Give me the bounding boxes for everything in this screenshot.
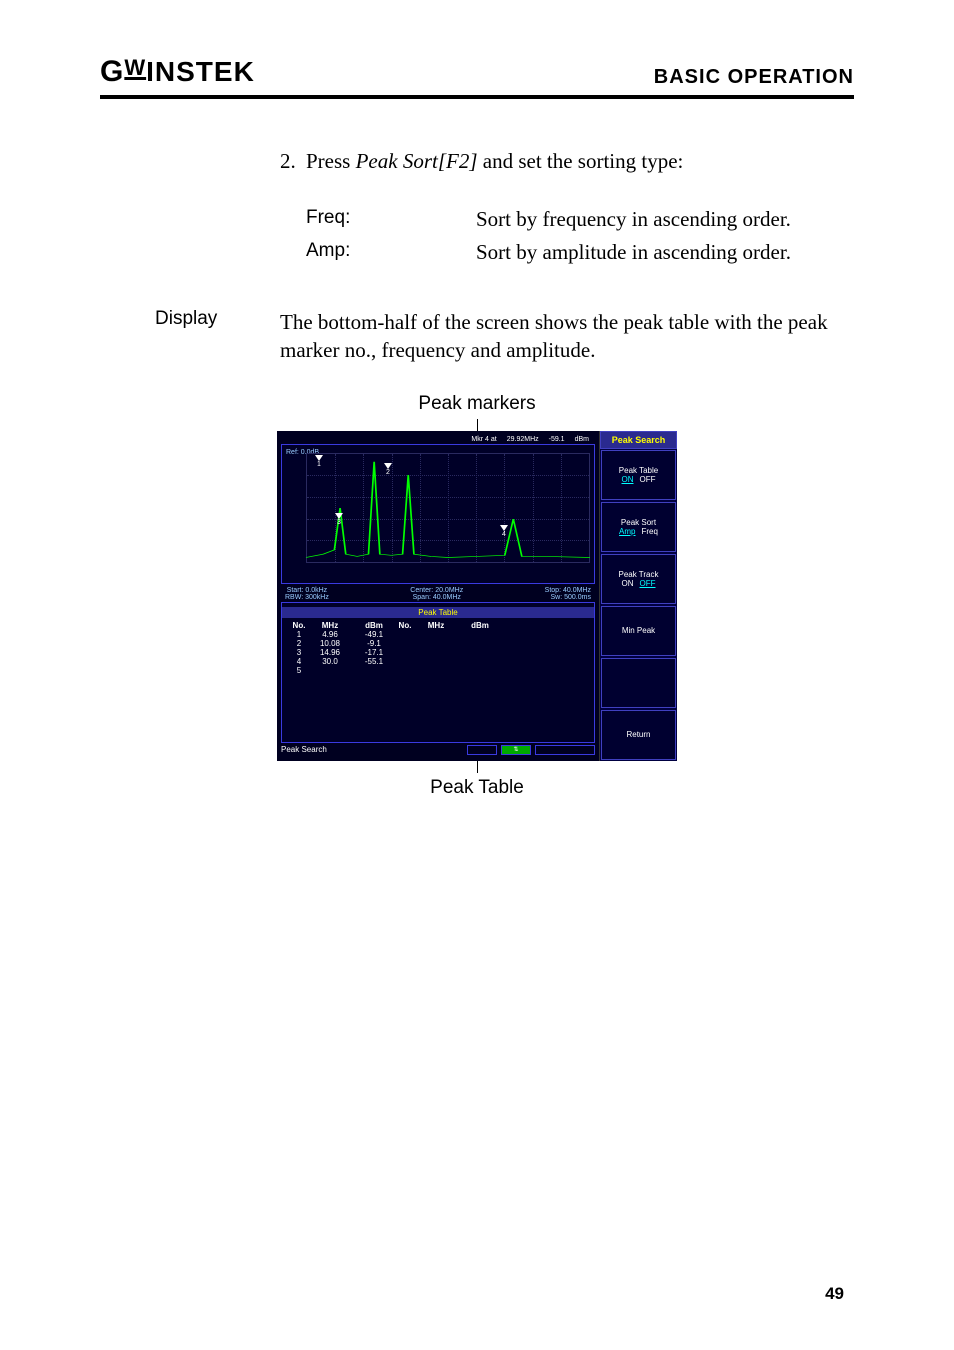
options-table: Freq: Sort by frequency in ascending ord… <box>306 205 854 266</box>
step-row: 2. Press Peak Sort[F2] and set the sorti… <box>100 147 854 270</box>
logo-text-w: W <box>124 55 146 81</box>
step-text: Press Peak Sort[F2] and set the sorting … <box>306 147 854 175</box>
col-dbm: dBm <box>352 621 396 630</box>
trace <box>306 453 590 563</box>
table-row: 210.08-9.1 <box>290 639 586 648</box>
opt-freq-label: Freq: <box>306 205 476 233</box>
step-text-post: and set the sorting type: <box>478 149 684 173</box>
col-dbm2: dBm <box>458 621 502 630</box>
softkey-header: Peak Search <box>600 431 677 449</box>
usb-icon: ⇅ <box>501 745 531 755</box>
figure: Peak markers Mkr 4 at 29.92MHz -59.1 dBm… <box>100 393 854 799</box>
scr-mkr-unit: dBm <box>575 436 589 443</box>
marker-3: 3 <box>335 513 343 523</box>
marker-1: 1 <box>315 455 323 465</box>
peak-table-box: Peak Table No. MHz dBm No. MHz dBm 14.96… <box>281 602 595 743</box>
opt-freq-desc: Sort by frequency in ascending order. <box>476 205 854 233</box>
rbw-label: RBW: 300kHz <box>285 594 329 601</box>
col-no: No. <box>290 621 308 630</box>
opt-amp-label: Amp: <box>306 238 476 266</box>
col-no2: No. <box>396 621 414 630</box>
softkey-4[interactable] <box>601 658 676 708</box>
softkey-panel: Peak Search Peak TableONOFFPeak SortAmpF… <box>599 431 677 761</box>
brand-logo: GWINSTEK <box>100 55 255 89</box>
col-mhz: MHz <box>308 621 352 630</box>
peak-table-rows: 14.96-49.1210.08-9.1314.96-17.1430.0-55.… <box>290 630 586 675</box>
status-left: Peak Search <box>281 745 327 754</box>
softkey-0[interactable]: Peak TableONOFF <box>601 450 676 500</box>
scr-mkr-label: Mkr 4 at <box>471 436 496 443</box>
page-header: GWINSTEK BASIC OPERATION <box>100 55 854 99</box>
scr-main: Mkr 4 at 29.92MHz -59.1 dBm Ref: 0.0dB 1… <box>277 431 599 761</box>
display-label: Display <box>100 308 280 365</box>
center-label: Center: 20.0MHz <box>410 587 463 594</box>
display-row: Display The bottom-half of the screen sh… <box>100 308 854 365</box>
display-text: The bottom-half of the screen shows the … <box>280 308 854 365</box>
step-rightcol: 2. Press Peak Sort[F2] and set the sorti… <box>280 147 854 270</box>
softkey-1[interactable]: Peak SortAmpFreq <box>601 502 676 552</box>
graph-footer: Start: 0.0kHz RBW: 300kHz Center: 20.0MH… <box>281 586 595 602</box>
marker-2: 2 <box>384 463 392 473</box>
status-box2 <box>535 745 595 755</box>
step-leftcol <box>100 147 280 270</box>
softkeys: Peak TableONOFFPeak SortAmpFreqPeak Trac… <box>600 449 677 761</box>
peak-table-title: Peak Table <box>282 607 594 618</box>
table-row: 5 <box>290 666 586 675</box>
arrow-top <box>477 419 478 431</box>
device-screenshot: Mkr 4 at 29.92MHz -59.1 dBm Ref: 0.0dB 1… <box>277 431 677 761</box>
table-row: 430.0-55.1 <box>290 657 586 666</box>
logo-text-rest: INSTEK <box>146 56 255 88</box>
start-label: Start: 0.0kHz <box>285 587 329 594</box>
page-number: 49 <box>825 1284 844 1304</box>
span-label: Span: 40.0MHz <box>410 594 463 601</box>
peak-table-cols: No. MHz dBm No. MHz dBm <box>290 621 586 630</box>
softkey-5[interactable]: Return <box>601 710 676 760</box>
table-row: 14.96-49.1 <box>290 630 586 639</box>
status-box1 <box>467 745 497 755</box>
marker-4: 4 <box>500 525 508 535</box>
step-text-pre: Press <box>306 149 356 173</box>
trace-svg <box>306 453 590 563</box>
softkey-2[interactable]: Peak TrackONOFF <box>601 554 676 604</box>
scr-mkr-amp: -59.1 <box>549 436 565 443</box>
figure-caption-top: Peak markers <box>100 393 854 415</box>
logo-text-g: G <box>100 55 124 89</box>
scr-mkr-freq: 29.92MHz <box>507 436 539 443</box>
sw-label: Sw: 500.0ms <box>545 594 591 601</box>
softkey-3[interactable]: Min Peak <box>601 606 676 656</box>
step-text-em: Peak Sort[F2] <box>356 149 478 173</box>
figure-caption-bottom: Peak Table <box>100 777 854 799</box>
col-mhz2: MHz <box>414 621 458 630</box>
table-row: 314.96-17.1 <box>290 648 586 657</box>
step-number: 2. <box>280 147 306 175</box>
opt-amp-desc: Sort by amplitude in ascending order. <box>476 238 854 266</box>
stop-label: Stop: 40.0MHz <box>545 587 591 594</box>
arrow-bottom <box>477 761 478 773</box>
section-title: BASIC OPERATION <box>654 66 854 89</box>
graph-area: Ref: 0.0dB 1 2 3 4 <box>281 444 595 584</box>
